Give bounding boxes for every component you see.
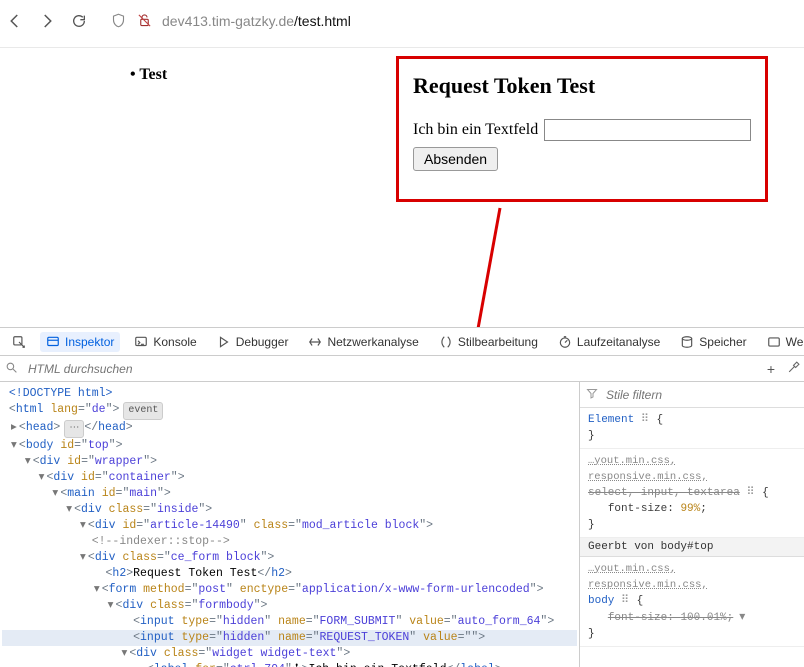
selected-dom-node[interactable]: <input type="hidden" name="REQUEST_TOKEN… [2,630,577,646]
rule-selector-1: select, input, textarea [588,487,740,499]
url-text: dev413.tim-gatzky.de/test.html [162,13,351,29]
tab-overflow-label: We [786,335,804,349]
dom-search-toolbar: + [0,356,804,382]
tab-console-label: Konsole [153,335,196,349]
rule-source-2: …yout.min.css, responsive.min.css, [588,561,796,593]
tab-memory[interactable]: Speicher [674,332,752,352]
rule-val-1: 99% [680,503,700,515]
rule-prop-1: font-size [608,503,667,515]
funnel-icon[interactable]: ▾ [739,610,745,624]
text-input[interactable] [544,119,751,141]
tab-debugger-label: Debugger [236,335,289,349]
back-button[interactable] [6,12,24,30]
tab-style[interactable]: Stilbearbeitung [433,332,544,352]
tab-perf-label: Laufzeitanalyse [577,335,660,349]
shield-icon [110,13,126,29]
dom-tree[interactable]: <!DOCTYPE html> <html lang="de">event ▸<… [0,382,580,667]
tab-debugger[interactable]: Debugger [211,332,295,352]
tab-network[interactable]: Netzwerkanalyse [302,332,424,352]
styles-filter-row [580,382,804,408]
rule-body[interactable]: …yout.min.css, responsive.min.css, body … [580,557,804,647]
rule-selector-2: body [588,595,614,607]
styles-filter-input[interactable] [604,387,798,403]
submit-button[interactable]: Absenden [413,147,498,171]
tab-overflow[interactable]: We [761,332,804,352]
dom-search-input[interactable] [22,358,760,380]
styles-pane: Element ⠿ { } …yout.min.css, responsive.… [580,382,804,667]
field-label: Ich bin ein Textfeld [413,121,538,139]
rule-source-1: …yout.min.css, responsive.min.css, [588,453,796,485]
form-heading: Request Token Test [413,73,751,99]
page-viewport: Test Request Token Test Ich bin ein Text… [0,48,804,328]
tab-network-label: Netzwerkanalyse [327,335,418,349]
forward-button[interactable] [38,12,56,30]
filter-icon [586,387,598,403]
add-icon[interactable]: + [760,361,782,377]
eyedropper-icon[interactable] [782,361,804,377]
rule-prop-2: font-size [608,612,667,624]
tab-inspector-label: Inspektor [65,335,114,349]
reload-button[interactable] [70,12,88,30]
rule-input[interactable]: …yout.min.css, responsive.min.css, selec… [580,449,804,538]
address-bar[interactable]: dev413.tim-gatzky.de/test.html [102,6,796,36]
picker-tool[interactable] [6,332,32,352]
tab-perf[interactable]: Laufzeitanalyse [552,332,666,352]
tab-memory-label: Speicher [699,335,746,349]
rule-selector: Element [588,414,634,426]
url-host: dev413.tim-gatzky.de [162,13,294,29]
url-path: /test.html [294,13,351,29]
search-icon [0,361,22,377]
tab-style-label: Stilbearbeitung [458,335,538,349]
tab-console[interactable]: Konsole [128,332,202,352]
rule-element[interactable]: Element ⠿ { } [580,408,804,449]
annotated-form-box: Request Token Test Ich bin ein Textfeld … [396,56,768,202]
inherited-header: Geerbt von body#top [580,538,804,557]
devtools-tabbar: Inspektor Konsole Debugger Netzwerkanaly… [0,328,804,356]
rule-val-2: 100.01% [680,612,726,624]
browser-toolbar: dev413.tim-gatzky.de/test.html [0,0,804,48]
tab-inspector[interactable]: Inspektor [40,332,120,352]
insecure-lock-icon [136,13,152,29]
devtools-panel: Inspektor Konsole Debugger Netzwerkanaly… [0,327,804,667]
